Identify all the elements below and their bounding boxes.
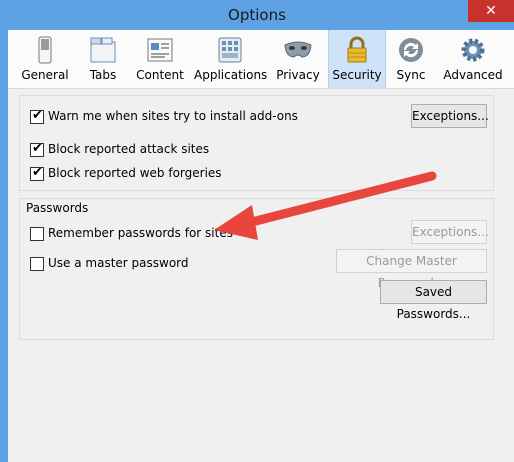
annotation-arrow	[214, 171, 437, 240]
